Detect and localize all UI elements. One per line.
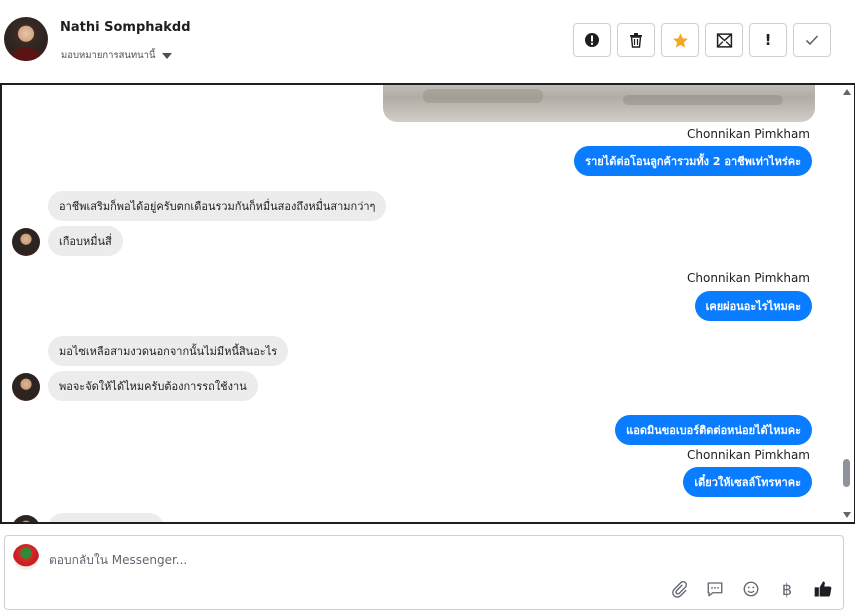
like-button[interactable] bbox=[813, 579, 833, 599]
alert-icon bbox=[585, 33, 599, 47]
page-avatar bbox=[13, 544, 39, 570]
attach-button[interactable] bbox=[669, 579, 689, 599]
mark-unread-button[interactable] bbox=[705, 23, 743, 57]
baht-icon: ฿ bbox=[781, 579, 793, 599]
emoji-icon bbox=[743, 581, 759, 597]
outgoing-message[interactable]: รายได้ต่อโอนลูกค้ารวมทั้ง 2 อาชีพเท่าไหร… bbox=[574, 146, 812, 176]
conversation-header: Nathi Somphakdd มอบหมายการสนทนานี้ ! bbox=[0, 0, 855, 83]
contact-avatar-small[interactable] bbox=[12, 373, 40, 401]
spam-button[interactable]: ! bbox=[749, 23, 787, 57]
reply-input[interactable]: ตอบกลับใน Messenger... bbox=[49, 551, 187, 570]
sender-name: Chonnikan Pimkham bbox=[687, 127, 810, 141]
assign-label: มอบหมายการสนทนานี้ bbox=[61, 50, 156, 61]
sender-name: Chonnikan Pimkham bbox=[687, 448, 810, 462]
scroll-down-arrow-icon[interactable] bbox=[843, 512, 851, 518]
incoming-message[interactable]: เกือบหมื่นสี่ bbox=[48, 226, 123, 256]
check-icon bbox=[805, 35, 819, 46]
sender-name: Chonnikan Pimkham bbox=[687, 271, 810, 285]
incoming-message[interactable]: 0823100040 ครับ bbox=[48, 513, 164, 522]
saved-replies-button[interactable] bbox=[705, 579, 725, 599]
action-toolbar: ! bbox=[573, 23, 831, 57]
like-icon bbox=[814, 581, 832, 597]
contact-avatar-small[interactable] bbox=[12, 228, 40, 256]
done-button[interactable] bbox=[793, 23, 831, 57]
outgoing-message[interactable]: เดี๋ยวให้เซลล์โทรหาคะ bbox=[683, 467, 812, 497]
contact-avatar-small[interactable] bbox=[12, 515, 40, 522]
contact-name[interactable]: Nathi Somphakdd bbox=[60, 20, 191, 35]
mail-icon bbox=[716, 32, 732, 48]
comment-icon bbox=[707, 582, 723, 597]
scrollbar[interactable] bbox=[839, 85, 854, 522]
incoming-message[interactable]: พอจะจัดให้ได้ไหมครับต้องการรถใช้งาน bbox=[48, 371, 258, 401]
alert-button[interactable] bbox=[573, 23, 611, 57]
contact-avatar[interactable] bbox=[4, 17, 48, 61]
star-button[interactable] bbox=[661, 23, 699, 57]
message-thread[interactable]: Chonnikan Pimkham รายได้ต่อโอนลูกค้ารวมท… bbox=[0, 83, 855, 524]
exclamation-icon: ! bbox=[764, 31, 772, 49]
shared-photo[interactable] bbox=[383, 85, 815, 122]
composer-toolbar: ฿ bbox=[669, 579, 833, 599]
scrollbar-thumb[interactable] bbox=[843, 459, 850, 487]
emoji-button[interactable] bbox=[741, 579, 761, 599]
incoming-message[interactable]: อาชีพเสริมก็พอได้อยู่ครับตกเดือนรวมกันก็… bbox=[48, 191, 387, 221]
star-icon bbox=[672, 32, 688, 48]
outgoing-message[interactable]: เคยผ่อนอะไรไหมคะ bbox=[694, 291, 812, 321]
delete-button[interactable] bbox=[617, 23, 655, 57]
reply-composer[interactable]: ตอบกลับใน Messenger... ฿ bbox=[4, 535, 844, 610]
attach-icon bbox=[672, 581, 687, 598]
caret-down-icon bbox=[161, 52, 172, 59]
trash-icon bbox=[630, 33, 642, 48]
assign-conversation-dropdown[interactable]: มอบหมายการสนทนานี้ bbox=[61, 48, 172, 63]
payment-button[interactable]: ฿ bbox=[777, 579, 797, 599]
incoming-message[interactable]: มอไซเหลือสามงวดนอกจากนั้นไม่มีหนี้สินอะไ… bbox=[48, 336, 289, 366]
outgoing-message[interactable]: แอดมินขอเบอร์ติดต่อหน่อยได้ไหมคะ bbox=[615, 415, 812, 445]
scroll-up-arrow-icon[interactable] bbox=[843, 89, 851, 95]
